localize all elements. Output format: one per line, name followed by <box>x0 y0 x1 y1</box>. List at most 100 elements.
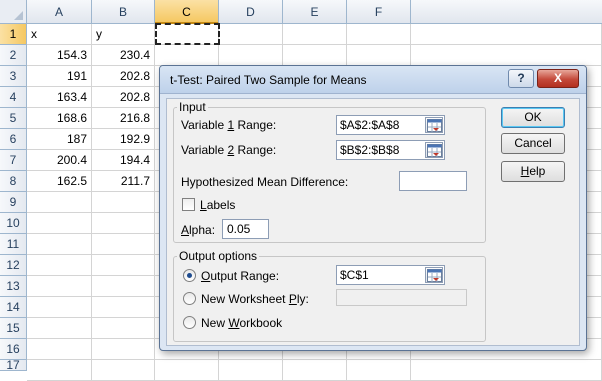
grid-cell[interactable] <box>27 213 92 234</box>
output-range-radio[interactable] <box>183 269 196 282</box>
row-header-9[interactable]: 9 <box>0 192 27 213</box>
grid-cell[interactable] <box>283 45 347 66</box>
titlebar-help-button[interactable]: ? <box>508 69 534 88</box>
new-worksheet-ply-label[interactable]: New Worksheet Ply: <box>201 292 309 306</box>
hypothesized-mean-difference-label: Hypothesized Mean Difference: <box>181 175 349 189</box>
grid-cell[interactable] <box>411 45 602 66</box>
cell-b6[interactable]: 192.9 <box>92 129 155 150</box>
new-worksheet-ply-input[interactable] <box>336 289 467 306</box>
row-header-4[interactable]: 4 <box>0 87 27 108</box>
row-header-7[interactable]: 7 <box>0 150 27 171</box>
grid-cell[interactable] <box>92 192 155 213</box>
row-header-14[interactable]: 14 <box>0 297 27 318</box>
grid-cell[interactable] <box>155 45 219 66</box>
cell-b8[interactable]: 211.7 <box>92 171 155 192</box>
grid-cell[interactable] <box>92 234 155 255</box>
cell-b4[interactable]: 202.8 <box>92 87 155 108</box>
column-header-c[interactable]: C <box>155 0 219 24</box>
cell-a5[interactable]: 168.6 <box>27 108 92 129</box>
variable2-range-label: Variable 2 Range: <box>181 143 277 157</box>
grid-cell[interactable] <box>27 276 92 297</box>
cell-a6[interactable]: 187 <box>27 129 92 150</box>
cell-b7[interactable]: 194.4 <box>92 150 155 171</box>
alpha-input[interactable]: 0.05 <box>222 219 269 239</box>
cell-a1[interactable]: x <box>27 24 92 45</box>
cell-b5[interactable]: 216.8 <box>92 108 155 129</box>
labels-checkbox[interactable] <box>182 198 195 211</box>
column-header-g[interactable] <box>411 0 602 24</box>
help-button[interactable]: Help <box>501 161 565 182</box>
row-header-11[interactable]: 11 <box>0 234 27 255</box>
row-header-6[interactable]: 6 <box>0 129 27 150</box>
cell-b3[interactable]: 202.8 <box>92 66 155 87</box>
close-icon: X <box>553 71 562 85</box>
row-header-2[interactable]: 2 <box>0 45 27 66</box>
column-header-a[interactable]: A <box>27 0 92 24</box>
grid-cell[interactable] <box>92 276 155 297</box>
new-workbook-radio[interactable] <box>183 316 196 329</box>
cell-a8[interactable]: 162.5 <box>27 171 92 192</box>
grid-cell[interactable] <box>92 318 155 339</box>
cell-a4[interactable]: 163.4 <box>27 87 92 108</box>
grid-cell[interactable] <box>27 255 92 276</box>
row-header-10[interactable]: 10 <box>0 213 27 234</box>
grid-cell[interactable] <box>92 213 155 234</box>
alpha-label: Alpha: <box>181 223 216 237</box>
range-picker-icon <box>427 119 442 132</box>
new-workbook-label[interactable]: New Workbook <box>201 316 282 330</box>
column-header-b[interactable]: B <box>92 0 155 24</box>
grid-cell[interactable] <box>411 24 602 45</box>
row-header-1[interactable]: 1 <box>0 24 27 45</box>
cell-a2[interactable]: 154.3 <box>27 45 92 66</box>
help-icon: ? <box>517 71 525 85</box>
select-all-corner[interactable] <box>0 0 27 24</box>
grid-cell[interactable] <box>219 24 283 45</box>
cell-b2[interactable]: 230.4 <box>92 45 155 66</box>
hypothesized-mean-difference-input[interactable] <box>399 171 467 191</box>
new-worksheet-ply-radio[interactable] <box>183 292 196 305</box>
grid-cell[interactable] <box>27 234 92 255</box>
output-range-label[interactable]: Output Range: <box>201 269 279 283</box>
grid-cell[interactable] <box>27 318 92 339</box>
dialog-body: Input Variable 1 Range: $A$2:$A$8 Variab… <box>166 98 580 346</box>
grid-cell[interactable] <box>347 45 411 66</box>
row-header-5[interactable]: 5 <box>0 108 27 129</box>
row-header-17[interactable]: 17 <box>0 360 27 371</box>
grid-cell[interactable] <box>347 24 411 45</box>
ok-button[interactable]: OK <box>501 107 565 128</box>
output-range-picker-button[interactable] <box>425 267 443 283</box>
grid-cell[interactable] <box>92 339 155 360</box>
grid-cell[interactable] <box>92 297 155 318</box>
variable1-range-label: Variable 1 Range: <box>181 118 277 132</box>
labels-checkbox-label[interactable]: Labels <box>200 198 235 212</box>
range-picker-icon <box>427 269 442 282</box>
variable1-range-input[interactable]: $A$2:$A$8 <box>336 115 445 135</box>
grid-cell[interactable] <box>219 45 283 66</box>
cell-a3[interactable]: 191 <box>27 66 92 87</box>
variable2-range-picker-button[interactable] <box>425 142 443 158</box>
grid-cell[interactable] <box>27 297 92 318</box>
row-header-13[interactable]: 13 <box>0 276 27 297</box>
row-header-3[interactable]: 3 <box>0 66 27 87</box>
ttest-dialog: t-Test: Paired Two Sample for Means ? X … <box>159 65 587 351</box>
column-header-f[interactable]: F <box>347 0 411 24</box>
cell-b1[interactable]: y <box>92 24 155 45</box>
dialog-titlebar[interactable]: t-Test: Paired Two Sample for Means ? X <box>160 66 586 94</box>
row-header-16[interactable]: 16 <box>0 339 27 360</box>
titlebar-close-button[interactable]: X <box>537 69 579 88</box>
column-header-e[interactable]: E <box>283 0 347 24</box>
output-range-input[interactable]: $C$1 <box>336 265 445 285</box>
variable2-range-input[interactable]: $B$2:$B$8 <box>336 140 445 160</box>
row-header-8[interactable]: 8 <box>0 171 27 192</box>
column-header-d[interactable]: D <box>219 0 283 24</box>
row-header-12[interactable]: 12 <box>0 255 27 276</box>
grid-cell[interactable] <box>92 255 155 276</box>
cell-c1-selected[interactable] <box>155 23 220 45</box>
grid-cell[interactable] <box>27 192 92 213</box>
cell-a7[interactable]: 200.4 <box>27 150 92 171</box>
grid-cell[interactable] <box>283 24 347 45</box>
variable1-range-picker-button[interactable] <box>425 117 443 133</box>
row-header-15[interactable]: 15 <box>0 318 27 339</box>
grid-cell[interactable] <box>27 339 92 360</box>
cancel-button[interactable]: Cancel <box>501 133 565 154</box>
